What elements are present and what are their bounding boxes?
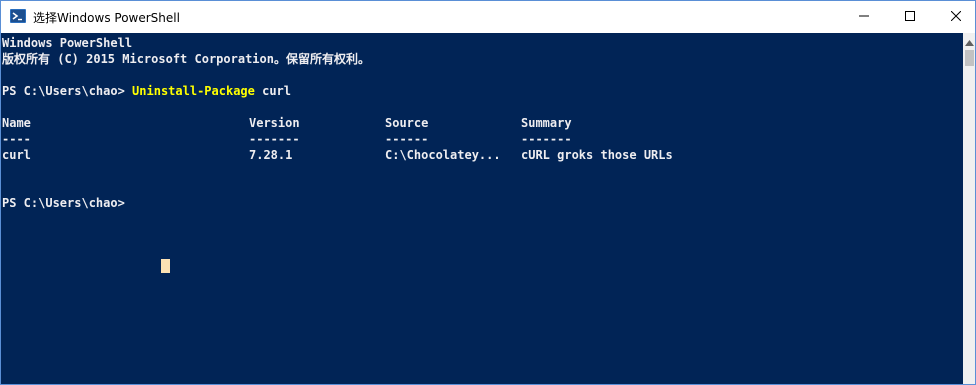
command-line-1: PS C:\Users\chao> Uninstall-Package curl xyxy=(2,83,291,99)
scroll-up-button[interactable] xyxy=(963,33,975,51)
close-icon xyxy=(950,8,962,26)
table-cell-summary: cURL groks those URLs xyxy=(521,148,673,162)
maximize-icon xyxy=(905,8,915,26)
minimize-button[interactable] xyxy=(841,1,887,32)
table-separator-version: ------- xyxy=(249,132,300,146)
table-separator-name: ---- xyxy=(2,132,31,146)
table-header-name: Name xyxy=(2,116,31,130)
table-separator-source: ------ xyxy=(385,132,429,146)
minimize-icon xyxy=(859,8,869,26)
table-cell-version: 7.28.1 xyxy=(249,148,293,162)
console-output[interactable]: Windows PowerShell 版权所有 (C) 2015 Microso… xyxy=(1,33,963,384)
command-argument: curl xyxy=(254,84,291,98)
table-header-summary: Summary xyxy=(521,116,572,130)
maximize-button[interactable] xyxy=(887,1,933,32)
banner-line-1: Windows PowerShell xyxy=(2,36,133,50)
prompt-line-2: PS C:\Users\chao> xyxy=(2,196,125,210)
prompt-text: PS C:\Users\chao> xyxy=(2,84,133,98)
powershell-icon[interactable] xyxy=(10,8,26,24)
powershell-window: 选择Windows PowerShell Windows PowerShell … xyxy=(0,0,976,385)
window-title: 选择Windows PowerShell xyxy=(33,11,180,25)
scroll-up-arrow-icon xyxy=(965,33,974,51)
text-cursor xyxy=(161,259,170,273)
scroll-thumb[interactable] xyxy=(965,50,974,66)
table-header-source: Source xyxy=(385,116,429,130)
title-bar[interactable]: 选择Windows PowerShell xyxy=(1,1,975,33)
command-text: Uninstall-Package xyxy=(132,84,255,98)
banner-line-2: 版权所有 (C) 2015 Microsoft Corporation。保留所有… xyxy=(2,52,370,66)
table-separator-summary: ------- xyxy=(521,132,572,146)
table-cell-name: curl xyxy=(2,148,31,162)
table-cell-source: C:\Chocolatey... xyxy=(385,148,501,162)
close-button[interactable] xyxy=(933,1,975,32)
table-header-version: Version xyxy=(249,116,300,130)
vertical-scrollbar[interactable] xyxy=(963,33,975,384)
